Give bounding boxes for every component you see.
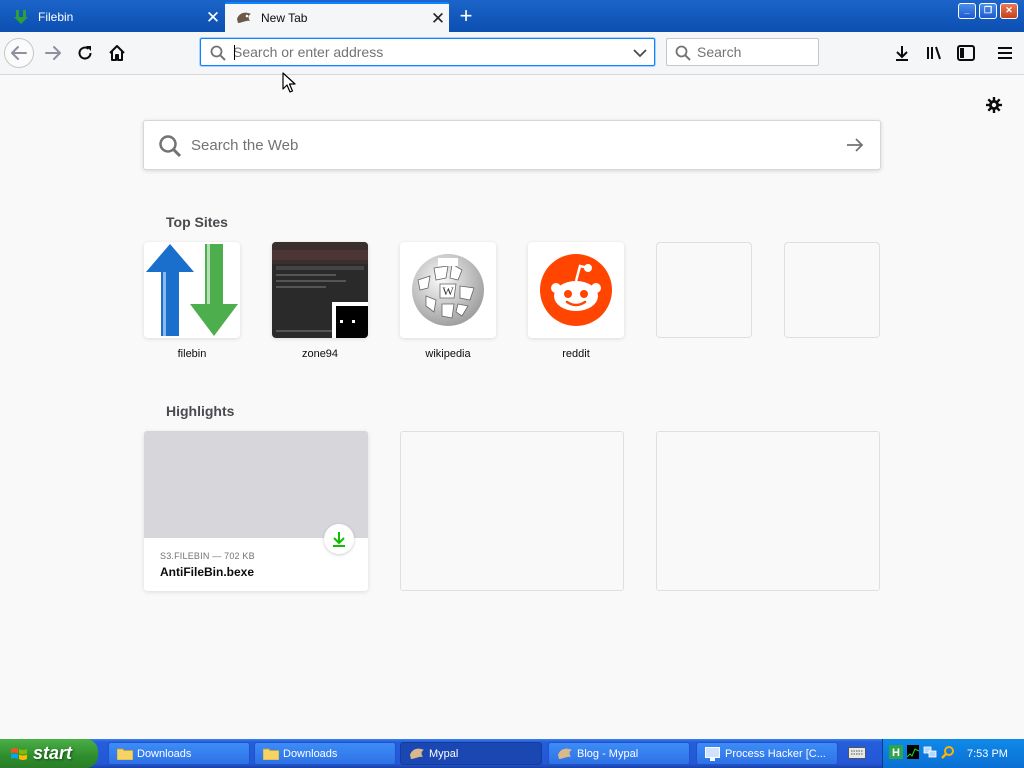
svg-text:H: H <box>892 747 900 759</box>
minimize-icon[interactable]: _ <box>958 3 976 19</box>
gear-icon[interactable] <box>983 94 1005 116</box>
back-arrow-icon[interactable] <box>4 38 34 68</box>
highlight-title: AntiFileBin.bexe <box>160 565 255 579</box>
hamburger-menu-icon[interactable] <box>990 38 1020 68</box>
sidebar-toggle-icon[interactable] <box>951 38 981 68</box>
taskbar-item-downloads[interactable]: Downloads <box>254 742 396 765</box>
search-input[interactable] <box>697 39 812 65</box>
process-hacker-icon <box>705 746 721 761</box>
arrow-right-icon[interactable] <box>846 138 864 155</box>
reddit-logo-icon[interactable] <box>528 242 624 338</box>
chevron-down-icon[interactable] <box>633 47 647 61</box>
tab-close-icon[interactable]: ✕ <box>202 9 224 26</box>
web-search-input[interactable] <box>191 133 811 157</box>
folder-icon <box>263 747 279 761</box>
wikipedia-globe-icon[interactable]: W <box>400 242 496 338</box>
search-icon <box>210 45 226 64</box>
search-bar[interactable] <box>666 38 819 66</box>
new-tab-plus-icon[interactable]: + <box>455 5 477 27</box>
web-search-box[interactable] <box>143 120 881 170</box>
empty-tile-placeholder <box>656 242 752 338</box>
highlight-source: S3.FILEBIN — 702 KB <box>160 551 255 561</box>
zone94-screenshot-thumbnail[interactable] <box>272 242 368 338</box>
top-site-reddit[interactable]: reddit <box>528 242 624 360</box>
taskbar-item-label: Process Hacker [C... <box>725 747 826 760</box>
taskbar-item-label: Downloads <box>137 747 192 760</box>
keyboard-icon[interactable] <box>848 747 866 762</box>
svg-text:W: W <box>442 284 454 298</box>
mypal-favicon-icon <box>235 10 253 26</box>
top-site-empty <box>784 242 880 348</box>
highlight-placeholder <box>400 431 624 591</box>
tab-bar: Filebin ✕ New Tab ✕ + _ ❐ ✕ <box>0 0 1024 32</box>
top-site-label: filebin <box>177 348 207 360</box>
new-tab-page: Top Sites filebin <box>0 75 1024 739</box>
mouse-cursor-icon <box>282 72 296 97</box>
network-icon[interactable] <box>923 745 937 762</box>
highlight-preview-image <box>144 431 368 538</box>
close-window-icon[interactable]: ✕ <box>1000 3 1018 19</box>
taskbar-item-process-hacker[interactable]: Process Hacker [C... <box>696 742 838 765</box>
tab-new-tab[interactable]: New Tab ✕ <box>225 2 449 32</box>
highlight-placeholder <box>656 431 880 591</box>
windows-logo-icon <box>10 746 28 762</box>
taskbar-item-label: Mypal <box>429 747 459 760</box>
highlight-card[interactable]: S3.FILEBIN — 702 KB AntiFileBin.bexe <box>144 431 368 591</box>
tab-title: New Tab <box>261 11 308 25</box>
search-tray-icon[interactable] <box>941 745 955 762</box>
tab-filebin[interactable]: Filebin ✕ <box>0 2 224 32</box>
top-sites-heading: Top Sites <box>166 214 228 230</box>
library-icon[interactable] <box>919 38 949 68</box>
taskbar-item-label: Blog - Mypal <box>577 747 639 760</box>
tab-close-icon[interactable]: ✕ <box>427 10 449 27</box>
home-icon[interactable] <box>102 38 132 68</box>
search-icon <box>158 134 182 161</box>
address-bar[interactable] <box>200 38 655 66</box>
top-site-filebin[interactable]: filebin <box>144 242 240 360</box>
top-site-empty <box>656 242 752 348</box>
taskbar-item-blog-mypal[interactable]: Blog - Mypal <box>548 742 690 765</box>
windows-taskbar: start Downloads Downloads Mypal Blog - M… <box>0 739 1024 768</box>
search-icon <box>675 45 691 64</box>
taskbar-item-downloads[interactable]: Downloads <box>108 742 250 765</box>
reload-icon[interactable] <box>70 38 100 68</box>
address-input[interactable] <box>233 39 623 65</box>
download-icon <box>324 524 354 554</box>
start-button[interactable]: start <box>0 739 98 768</box>
start-label: start <box>33 743 73 763</box>
top-site-zone94[interactable]: zone94 <box>272 242 368 360</box>
mypal-icon <box>409 747 425 761</box>
text-caret <box>234 45 235 60</box>
downloads-icon[interactable] <box>887 38 917 68</box>
filebin-favicon-icon <box>12 9 30 25</box>
hacker-tray-icon[interactable]: H <box>889 745 903 762</box>
window-controls: _ ❐ ✕ <box>958 3 1018 19</box>
system-tray: H 7:53 PM <box>882 739 1024 768</box>
folder-icon <box>117 747 133 761</box>
taskbar-item-label: Downloads <box>283 747 338 760</box>
forward-arrow-icon[interactable] <box>38 38 68 68</box>
taskbar-clock: 7:53 PM <box>967 747 1008 760</box>
tab-title: Filebin <box>38 10 74 24</box>
empty-tile-placeholder <box>784 242 880 338</box>
top-site-wikipedia[interactable]: W wikipedia <box>400 242 496 360</box>
navigation-toolbar <box>0 32 1024 75</box>
top-site-label: wikipedia <box>425 348 471 360</box>
top-site-label: reddit <box>562 348 590 360</box>
top-site-label: zone94 <box>301 348 339 360</box>
restore-icon[interactable]: ❐ <box>979 3 997 19</box>
taskbar-item-mypal[interactable]: Mypal <box>400 742 542 765</box>
highlights-heading: Highlights <box>166 403 235 419</box>
cpu-graph-icon[interactable] <box>906 745 920 762</box>
filebin-logo-icon[interactable] <box>144 242 240 338</box>
mypal-icon <box>557 747 573 761</box>
